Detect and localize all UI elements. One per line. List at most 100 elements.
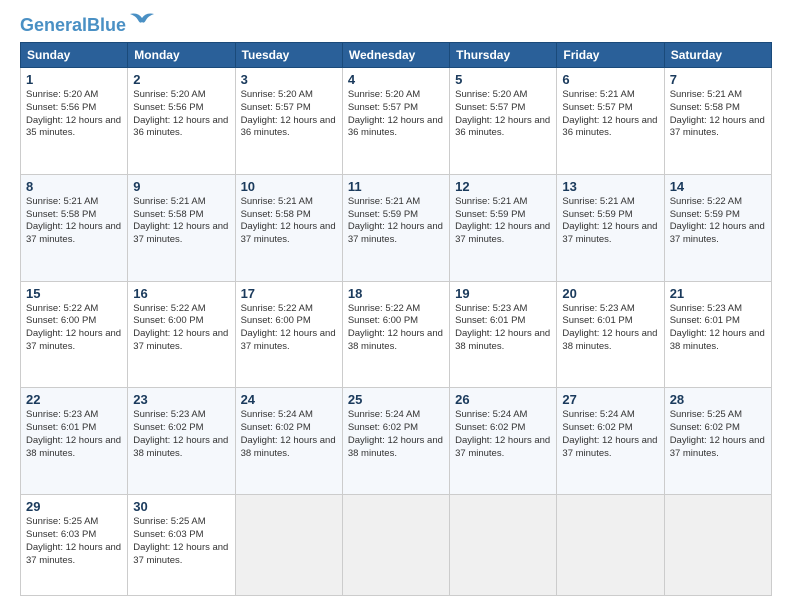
sunset-label: Sunset: 6:02 PM	[670, 422, 740, 433]
header: GeneralBlue	[20, 16, 772, 34]
daylight-label: Daylight: 12 hours and 38 minutes.	[133, 435, 228, 459]
calendar-day-cell: 19 Sunrise: 5:23 AM Sunset: 6:01 PM Dayl…	[450, 281, 557, 388]
sunset-label: Sunset: 5:59 PM	[670, 209, 740, 220]
day-info: Sunrise: 5:25 AM Sunset: 6:03 PM Dayligh…	[26, 516, 122, 567]
day-number: 15	[26, 286, 122, 301]
calendar-day-cell: 14 Sunrise: 5:22 AM Sunset: 5:59 PM Dayl…	[664, 174, 771, 281]
daylight-label: Daylight: 12 hours and 37 minutes.	[670, 221, 765, 245]
calendar-day-cell	[342, 495, 449, 596]
daylight-label: Daylight: 12 hours and 37 minutes.	[241, 328, 336, 352]
sunset-label: Sunset: 5:57 PM	[562, 102, 632, 113]
daylight-label: Daylight: 12 hours and 37 minutes.	[241, 221, 336, 245]
sunrise-label: Sunrise: 5:21 AM	[348, 196, 420, 207]
calendar-day-cell: 12 Sunrise: 5:21 AM Sunset: 5:59 PM Dayl…	[450, 174, 557, 281]
day-info: Sunrise: 5:24 AM Sunset: 6:02 PM Dayligh…	[241, 409, 337, 460]
sunrise-label: Sunrise: 5:20 AM	[133, 89, 205, 100]
calendar-day-cell	[557, 495, 664, 596]
calendar-day-cell: 22 Sunrise: 5:23 AM Sunset: 6:01 PM Dayl…	[21, 388, 128, 495]
day-number: 6	[562, 72, 658, 87]
day-number: 9	[133, 179, 229, 194]
day-info: Sunrise: 5:22 AM Sunset: 6:00 PM Dayligh…	[26, 303, 122, 354]
calendar-table: Sunday Monday Tuesday Wednesday Thursday…	[20, 42, 772, 596]
sunset-label: Sunset: 6:02 PM	[348, 422, 418, 433]
calendar-day-cell: 21 Sunrise: 5:23 AM Sunset: 6:01 PM Dayl…	[664, 281, 771, 388]
logo: GeneralBlue	[20, 16, 156, 34]
day-info: Sunrise: 5:21 AM Sunset: 5:58 PM Dayligh…	[133, 196, 229, 247]
day-info: Sunrise: 5:20 AM Sunset: 5:57 PM Dayligh…	[241, 89, 337, 140]
sunset-label: Sunset: 6:02 PM	[133, 422, 203, 433]
sunset-label: Sunset: 6:00 PM	[241, 315, 311, 326]
day-info: Sunrise: 5:21 AM Sunset: 5:58 PM Dayligh…	[241, 196, 337, 247]
day-number: 18	[348, 286, 444, 301]
day-info: Sunrise: 5:24 AM Sunset: 6:02 PM Dayligh…	[455, 409, 551, 460]
logo-blue: Blue	[87, 15, 126, 35]
day-info: Sunrise: 5:20 AM Sunset: 5:57 PM Dayligh…	[348, 89, 444, 140]
daylight-label: Daylight: 12 hours and 37 minutes.	[455, 435, 550, 459]
sunrise-label: Sunrise: 5:25 AM	[26, 516, 98, 527]
sunset-label: Sunset: 6:01 PM	[455, 315, 525, 326]
day-number: 14	[670, 179, 766, 194]
day-number: 10	[241, 179, 337, 194]
day-number: 21	[670, 286, 766, 301]
sunrise-label: Sunrise: 5:22 AM	[348, 303, 420, 314]
day-number: 17	[241, 286, 337, 301]
sunset-label: Sunset: 5:59 PM	[562, 209, 632, 220]
sunset-label: Sunset: 5:57 PM	[455, 102, 525, 113]
day-number: 16	[133, 286, 229, 301]
day-number: 12	[455, 179, 551, 194]
day-number: 22	[26, 392, 122, 407]
daylight-label: Daylight: 12 hours and 37 minutes.	[26, 221, 121, 245]
daylight-label: Daylight: 12 hours and 37 minutes.	[348, 221, 443, 245]
daylight-label: Daylight: 12 hours and 37 minutes.	[133, 328, 228, 352]
daylight-label: Daylight: 12 hours and 37 minutes.	[455, 221, 550, 245]
day-info: Sunrise: 5:21 AM Sunset: 5:58 PM Dayligh…	[670, 89, 766, 140]
header-sunday: Sunday	[21, 43, 128, 68]
sunrise-label: Sunrise: 5:20 AM	[241, 89, 313, 100]
calendar-day-cell: 8 Sunrise: 5:21 AM Sunset: 5:58 PM Dayli…	[21, 174, 128, 281]
daylight-label: Daylight: 12 hours and 38 minutes.	[241, 435, 336, 459]
calendar-day-cell: 15 Sunrise: 5:22 AM Sunset: 6:00 PM Dayl…	[21, 281, 128, 388]
calendar-day-cell: 20 Sunrise: 5:23 AM Sunset: 6:01 PM Dayl…	[557, 281, 664, 388]
day-info: Sunrise: 5:21 AM Sunset: 5:59 PM Dayligh…	[348, 196, 444, 247]
day-info: Sunrise: 5:23 AM Sunset: 6:01 PM Dayligh…	[562, 303, 658, 354]
sunset-label: Sunset: 6:02 PM	[241, 422, 311, 433]
calendar-day-cell: 9 Sunrise: 5:21 AM Sunset: 5:58 PM Dayli…	[128, 174, 235, 281]
calendar-week-row: 1 Sunrise: 5:20 AM Sunset: 5:56 PM Dayli…	[21, 68, 772, 175]
daylight-label: Daylight: 12 hours and 37 minutes.	[26, 328, 121, 352]
calendar-day-cell: 13 Sunrise: 5:21 AM Sunset: 5:59 PM Dayl…	[557, 174, 664, 281]
sunrise-label: Sunrise: 5:23 AM	[562, 303, 634, 314]
sunset-label: Sunset: 5:56 PM	[133, 102, 203, 113]
daylight-label: Daylight: 12 hours and 36 minutes.	[348, 115, 443, 139]
day-number: 4	[348, 72, 444, 87]
sunset-label: Sunset: 6:02 PM	[455, 422, 525, 433]
header-friday: Friday	[557, 43, 664, 68]
day-info: Sunrise: 5:21 AM Sunset: 5:57 PM Dayligh…	[562, 89, 658, 140]
day-info: Sunrise: 5:23 AM Sunset: 6:02 PM Dayligh…	[133, 409, 229, 460]
day-number: 2	[133, 72, 229, 87]
daylight-label: Daylight: 12 hours and 37 minutes.	[562, 221, 657, 245]
day-info: Sunrise: 5:23 AM Sunset: 6:01 PM Dayligh…	[670, 303, 766, 354]
calendar-header-row: Sunday Monday Tuesday Wednesday Thursday…	[21, 43, 772, 68]
day-info: Sunrise: 5:22 AM Sunset: 6:00 PM Dayligh…	[133, 303, 229, 354]
daylight-label: Daylight: 12 hours and 38 minutes.	[562, 328, 657, 352]
sunrise-label: Sunrise: 5:25 AM	[133, 516, 205, 527]
header-monday: Monday	[128, 43, 235, 68]
daylight-label: Daylight: 12 hours and 38 minutes.	[348, 328, 443, 352]
daylight-label: Daylight: 12 hours and 37 minutes.	[670, 115, 765, 139]
day-info: Sunrise: 5:22 AM Sunset: 6:00 PM Dayligh…	[241, 303, 337, 354]
sunset-label: Sunset: 5:58 PM	[670, 102, 740, 113]
daylight-label: Daylight: 12 hours and 37 minutes.	[26, 542, 121, 566]
day-info: Sunrise: 5:23 AM Sunset: 6:01 PM Dayligh…	[455, 303, 551, 354]
sunset-label: Sunset: 6:01 PM	[562, 315, 632, 326]
calendar-day-cell	[235, 495, 342, 596]
calendar-day-cell: 4 Sunrise: 5:20 AM Sunset: 5:57 PM Dayli…	[342, 68, 449, 175]
day-info: Sunrise: 5:21 AM Sunset: 5:58 PM Dayligh…	[26, 196, 122, 247]
daylight-label: Daylight: 12 hours and 38 minutes.	[26, 435, 121, 459]
day-number: 28	[670, 392, 766, 407]
day-info: Sunrise: 5:22 AM Sunset: 6:00 PM Dayligh…	[348, 303, 444, 354]
calendar-day-cell: 24 Sunrise: 5:24 AM Sunset: 6:02 PM Dayl…	[235, 388, 342, 495]
calendar-day-cell: 18 Sunrise: 5:22 AM Sunset: 6:00 PM Dayl…	[342, 281, 449, 388]
day-number: 27	[562, 392, 658, 407]
sunrise-label: Sunrise: 5:24 AM	[348, 409, 420, 420]
calendar-day-cell: 29 Sunrise: 5:25 AM Sunset: 6:03 PM Dayl…	[21, 495, 128, 596]
